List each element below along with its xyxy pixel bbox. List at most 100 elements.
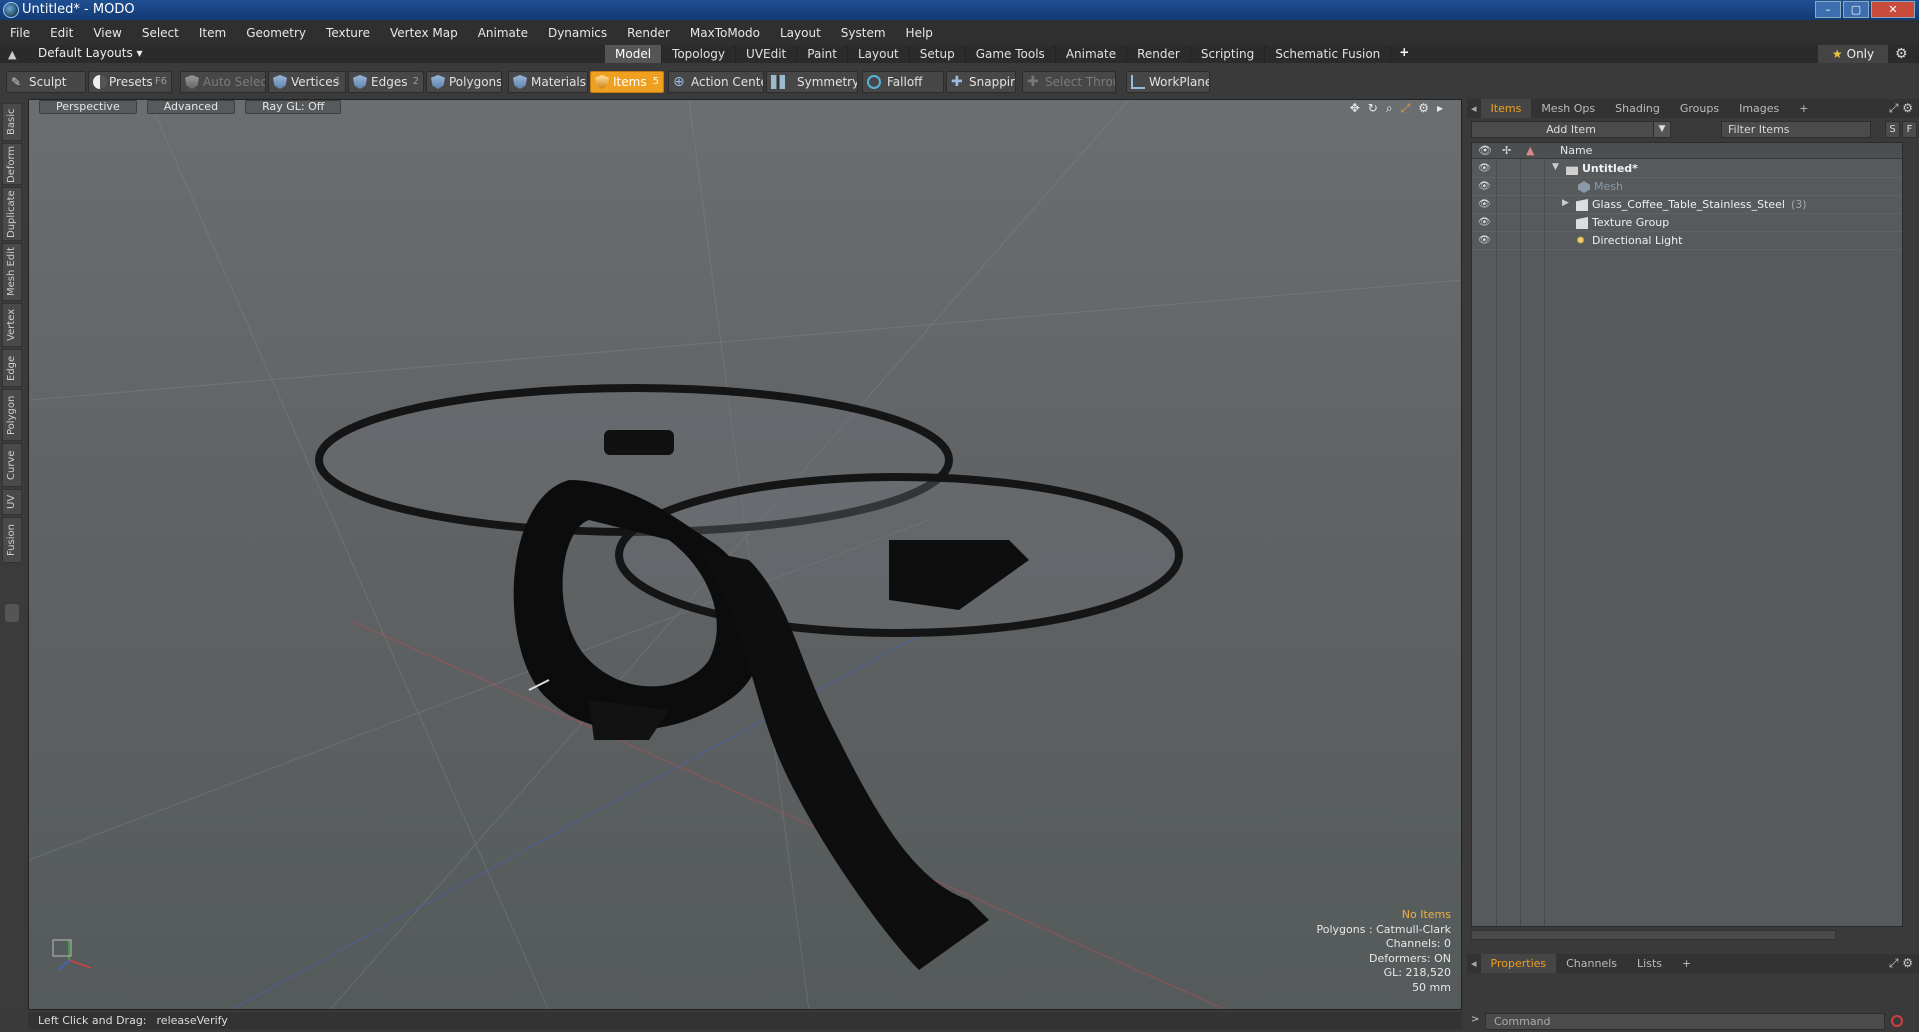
add-panel-tab-button[interactable]: + xyxy=(1789,99,1818,118)
filter-items-input[interactable]: Filter Items xyxy=(1721,121,1871,138)
tab-topology[interactable]: Topology xyxy=(662,45,737,63)
visibility-eye-icon[interactable]: 👁 xyxy=(1478,181,1491,192)
list-item[interactable]: 👁 ✹ Directional Light xyxy=(1472,232,1902,250)
expand-arrow-icon[interactable]: ▶ xyxy=(1562,198,1569,208)
menu-render[interactable]: Render xyxy=(617,26,680,40)
minimize-button[interactable]: – xyxy=(1815,1,1841,18)
tab-basic[interactable]: Basic xyxy=(2,103,22,141)
tab-model[interactable]: Model xyxy=(605,45,663,63)
tab-images[interactable]: Images xyxy=(1729,99,1789,118)
tab-mesh-edit[interactable]: Mesh Edit xyxy=(2,243,22,301)
list-item[interactable]: 👁 ▼ Untitled* xyxy=(1472,160,1902,178)
menu-view[interactable]: View xyxy=(83,26,131,40)
raygl-toggle[interactable]: Ray GL: Off xyxy=(245,100,342,114)
fit-view-icon[interactable]: ⤢ xyxy=(1401,101,1411,116)
list-item[interactable]: 👁 Mesh xyxy=(1472,178,1902,196)
command-input[interactable]: Command xyxy=(1485,1013,1885,1030)
gear-icon[interactable]: ⚙ xyxy=(1895,46,1908,62)
materials-button[interactable]: Materials xyxy=(508,71,588,93)
tab-shading[interactable]: Shading xyxy=(1605,99,1670,118)
tab-groups[interactable]: Groups xyxy=(1670,99,1729,118)
panel-pin-icon[interactable]: ◂ xyxy=(1467,99,1481,118)
menu-dynamics[interactable]: Dynamics xyxy=(538,26,617,40)
add-bottom-tab-button[interactable]: + xyxy=(1672,954,1701,973)
tab-polygon[interactable]: Polygon xyxy=(2,389,22,441)
menu-file[interactable]: File xyxy=(0,26,40,40)
sculpt-button[interactable]: ✎ Sculpt xyxy=(6,71,86,93)
tab-lists[interactable]: Lists xyxy=(1627,954,1672,973)
name-column-header[interactable]: Name xyxy=(1560,144,1592,157)
snapping-button[interactable]: ✚ Snapping xyxy=(946,71,1016,93)
tab-properties[interactable]: Properties xyxy=(1480,954,1557,973)
tab-render[interactable]: Render xyxy=(1127,45,1191,63)
scene-render[interactable] xyxy=(29,100,1462,1010)
tab-curve[interactable]: Curve xyxy=(2,443,22,487)
list-item[interactable]: 👁 Texture Group xyxy=(1472,214,1902,232)
menu-help[interactable]: Help xyxy=(896,26,943,40)
items-button[interactable]: Items 5 xyxy=(590,71,664,93)
3d-viewport[interactable]: Perspective Advanced Ray GL: Off ✥ ↻ ⌕ ⤢… xyxy=(28,99,1462,1010)
tab-fusion[interactable]: Fusion xyxy=(2,517,22,563)
filter-s-button[interactable]: S xyxy=(1885,121,1900,138)
tab-duplicate[interactable]: Duplicate xyxy=(2,187,22,241)
menu-system[interactable]: System xyxy=(831,26,896,40)
zoom-view-icon[interactable]: ⌕ xyxy=(1386,101,1393,116)
menu-select[interactable]: Select xyxy=(132,26,189,40)
falloff-button[interactable]: Falloff xyxy=(862,71,944,93)
command-history-arrow-icon[interactable]: > xyxy=(1471,1014,1479,1025)
tab-vertex[interactable]: Vertex xyxy=(2,303,22,347)
close-button[interactable]: ✕ xyxy=(1871,1,1915,18)
menu-geometry[interactable]: Geometry xyxy=(236,26,316,40)
tab-setup[interactable]: Setup xyxy=(910,45,966,63)
workplane-button[interactable]: WorkPlane xyxy=(1126,71,1210,93)
visibility-eye-icon[interactable]: 👁 xyxy=(1478,199,1491,210)
item-list-scrollbar[interactable] xyxy=(1471,930,1836,940)
tab-paint[interactable]: Paint xyxy=(797,45,848,63)
action-center-button[interactable]: ⊕ Action Center xyxy=(668,71,764,93)
panel-options-icon[interactable]: ⤢ ⚙ xyxy=(1889,101,1913,116)
layout-selector[interactable]: Default Layouts ▾ xyxy=(38,46,143,60)
tab-mesh-ops[interactable]: Mesh Ops xyxy=(1531,99,1605,118)
bottom-panel-pin-icon[interactable]: ◂ xyxy=(1467,954,1481,973)
lock-column-icon[interactable]: ✢ xyxy=(1502,144,1511,157)
menu-vertex-map[interactable]: Vertex Map xyxy=(380,26,468,40)
polygons-button[interactable]: Polygons xyxy=(426,71,502,93)
menu-texture[interactable]: Texture xyxy=(316,26,380,40)
tab-uv[interactable]: UV xyxy=(2,489,22,515)
menu-maxtomodo[interactable]: MaxToModo xyxy=(680,26,770,40)
only-toggle[interactable]: ★ Only xyxy=(1818,45,1888,63)
advanced-shading-toggle[interactable]: Advanced xyxy=(146,100,236,114)
viewport-menu-arrow-icon[interactable]: ▸ xyxy=(1437,101,1443,116)
tab-schematic-fusion[interactable]: Schematic Fusion xyxy=(1265,45,1392,63)
rotate-view-icon[interactable]: ↻ xyxy=(1368,101,1378,116)
visibility-eye-icon[interactable]: 👁 xyxy=(1478,235,1491,246)
auto-select-button[interactable]: Auto Select xyxy=(180,71,266,93)
filter-f-button[interactable]: F xyxy=(1902,121,1917,138)
tab-channels[interactable]: Channels xyxy=(1556,954,1627,973)
visibility-eye-icon[interactable]: 👁 xyxy=(1478,163,1491,174)
tab-uvedit[interactable]: UVEdit xyxy=(736,45,798,63)
render-column-icon[interactable]: ▲ xyxy=(1526,144,1534,157)
select-through-button[interactable]: ✚ Select Through xyxy=(1022,71,1116,93)
menu-animate[interactable]: Animate xyxy=(468,26,538,40)
add-item-button[interactable]: Add Item xyxy=(1471,121,1671,138)
tab-edge[interactable]: Edge xyxy=(2,349,22,387)
collapse-arrow-icon[interactable]: ▲ xyxy=(8,48,16,61)
tab-animate[interactable]: Animate xyxy=(1056,45,1128,63)
perspective-toggle[interactable]: Perspective xyxy=(39,100,137,114)
record-macro-icon[interactable] xyxy=(1891,1015,1903,1027)
visibility-eye-icon[interactable]: 👁 xyxy=(1478,217,1491,228)
presets-button[interactable]: Presets F6 xyxy=(88,71,172,93)
list-item[interactable]: 👁 ▶ Glass_Coffee_Table_Stainless_Steel (3… xyxy=(1472,196,1902,214)
tab-layout[interactable]: Layout xyxy=(848,45,910,63)
tab-scripting[interactable]: Scripting xyxy=(1191,45,1266,63)
menu-edit[interactable]: Edit xyxy=(40,26,83,40)
tab-game-tools[interactable]: Game Tools xyxy=(966,45,1056,63)
vertices-button[interactable]: Vertices 1 xyxy=(268,71,346,93)
tab-deform[interactable]: Deform xyxy=(2,143,22,185)
tab-items[interactable]: Items xyxy=(1480,99,1532,118)
move-view-icon[interactable]: ✥ xyxy=(1350,101,1360,116)
item-list[interactable]: 👁 ✢ ▲ Name 👁 ▼ Untitled* 👁 Mesh 👁 ▶ Glas… xyxy=(1471,142,1903,927)
maximize-button[interactable]: ▢ xyxy=(1843,1,1869,18)
bottom-panel-options-icon[interactable]: ⤢ ⚙ xyxy=(1889,956,1913,971)
